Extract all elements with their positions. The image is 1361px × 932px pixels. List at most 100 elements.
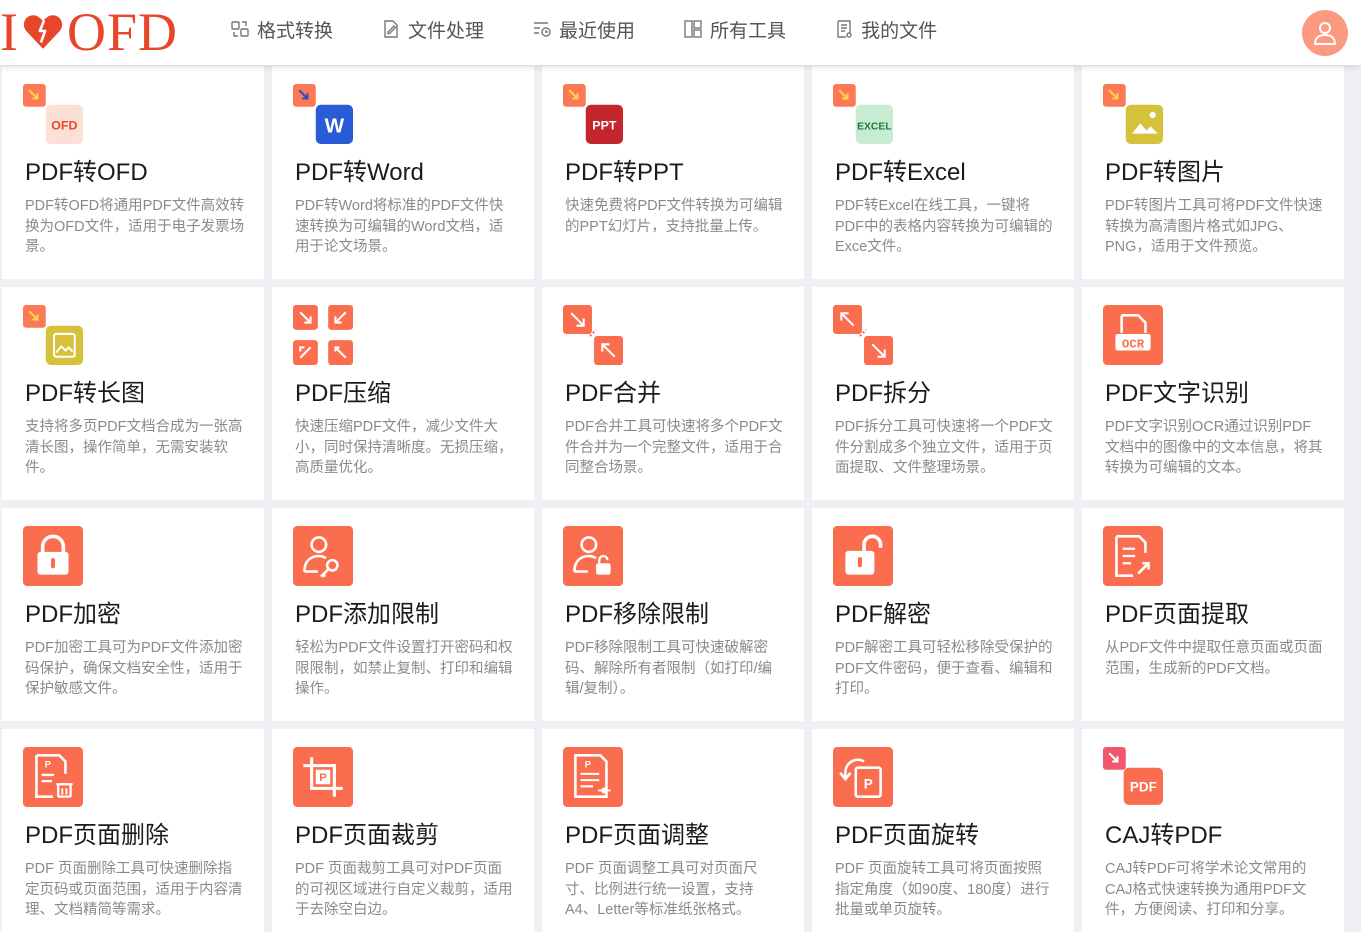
logo-letter-i: I (0, 2, 19, 62)
tool-description: PDF解密工具可轻松移除受保护的PDF文件密码，便于查看、编辑和打印。 (835, 640, 1053, 697)
tool-card-pdf-ocr[interactable]: OCR PDF文字识别 PDF文字识别OCR通过识别PDF文档中的图像中的文本信息，… (1082, 287, 1344, 500)
tool-title: PDF压缩 (295, 380, 391, 407)
page-adjust-icon: P (563, 747, 623, 807)
tool-description: PDF 页面调整工具可对页面尺寸、比例进行统一设置，支持A4、Letter等标准… (565, 861, 758, 918)
tool-title: PDF转OFD (25, 159, 148, 186)
tool-description: PDF加密工具可为PDF文件添加密码保护，确保文档安全性，适用于保护敏感文件。 (25, 640, 243, 697)
logo-text: OFD (66, 2, 179, 62)
image-convert-icon (1103, 84, 1163, 144)
tool-title: PDF转长图 (25, 380, 145, 407)
nav-format-convert[interactable]: 格式转换 (230, 16, 333, 43)
tool-card-pdf-compress[interactable]: PDF压缩快速压缩PDF文件，减少文件大小，同时保持清晰度。无损压缩，高质量优化… (272, 287, 534, 500)
tool-card-pdf-page-extract[interactable]: PDF页面提取 从PDF文件中提取任意页面或页面范围，生成新的PDF文档。 (1082, 508, 1344, 721)
nav-recent[interactable]: 最近使用 (532, 16, 635, 43)
svg-text:EXCEL: EXCEL (857, 122, 891, 133)
tool-card-pdf-page-adjust[interactable]: P PDF页面调整 PDF 页面调整工具可对页面尺寸、比例进行统一设置，支持A4、L… (542, 729, 804, 932)
tool-title: PDF转Excel (835, 159, 966, 186)
grid-icon (684, 20, 702, 38)
convert-icon (231, 21, 249, 37)
tool-title: PDF移除限制 (565, 601, 709, 628)
tool-description: PDF 页面裁剪工具可对PDF页面的可视区域进行自定义裁剪，适用于去除空白边。 (295, 861, 513, 918)
tool-title: PDF加密 (25, 601, 121, 628)
ofd-convert-icon: OFD (23, 84, 83, 144)
split-icon (833, 305, 893, 365)
tool-description: PDF合并工具可快速将多个PDF文件合并为一个完整文件，适用于合同整合场景。 (565, 419, 783, 476)
tool-card-pdf-remove-restriction[interactable]: PDF移除限制 PDF移除限制工具可快速破解密码、解除所有者限制（如打印/编辑/复… (542, 508, 804, 721)
merge-icon (563, 305, 623, 365)
svg-text:OFD: OFD (51, 119, 77, 133)
tool-card-pdf-page-delete[interactable]: P PDF页面删除 PDF 页面删除工具可快速删除指定页码或页面范围，适用于内容清理… (2, 729, 264, 932)
user-unlock-icon (563, 526, 623, 586)
word-convert-icon: W (293, 84, 353, 144)
ppt-convert-icon: PPT (563, 84, 623, 144)
nav-label: 我的文件 (861, 20, 938, 42)
tool-title: PDF页面删除 (25, 822, 169, 849)
tool-card-pdf-to-long-image[interactable]: PDF转长图支持将多页PDF文档合成为一张高清长图，操作简单，无需安装软件。 (2, 287, 264, 500)
nav-label: 文件处理 (408, 20, 485, 42)
tool-description: PDF文字识别OCR通过识别PDF文档中的图像中的文本信息，将其转换为可编辑的文… (1105, 419, 1323, 476)
nav-label: 所有工具 (710, 20, 787, 42)
tool-grid: OFD PDF转OFD PDF转OFD将通用PDF文件高效转换为OFD文件，适用于电… (2, 66, 1344, 932)
user-avatar-button[interactable] (1302, 10, 1348, 56)
tool-description: 轻松为PDF文件设置打开密码和权限限制，如禁止复制、打印和编辑操作。 (295, 640, 513, 697)
heart-icon (23, 15, 63, 49)
compress-icon (293, 305, 353, 365)
svg-text:W: W (325, 115, 345, 138)
nav-label: 格式转换 (257, 20, 334, 42)
tool-card-pdf-decrypt[interactable]: PDF解密 PDF解密工具可轻松移除受保护的PDF文件密码，便于查看、编辑和打印。 (812, 508, 1074, 721)
unlock-icon (833, 526, 893, 586)
tool-title: PDF添加限制 (295, 601, 439, 628)
tool-title: PDF文字识别 (1105, 380, 1249, 407)
tool-description: PDF转OFD将通用PDF文件高效转换为OFD文件，适用于电子发票场景。 (25, 198, 245, 255)
tool-title: PDF页面裁剪 (295, 822, 439, 849)
tool-card-pdf-split[interactable]: PDF拆分 PDF拆分工具可快速将一个PDF文件分割成多个独立文件，适用于页面提取… (812, 287, 1074, 500)
tool-card-pdf-to-word[interactable]: W PDF转Word PDF转Word将标准的PDF文件快速转换为可编辑的Word文… (272, 66, 534, 279)
page-delete-icon: P (23, 747, 83, 807)
nav-file-processing[interactable]: 文件处理 (381, 16, 484, 43)
top-navigation-bar: I OFD 格式转换 文件处理 最近使用 所有工具 我的文件 (0, 0, 1361, 65)
tool-title: PDF页面调整 (565, 822, 709, 849)
ocr-icon: OCR (1103, 305, 1163, 365)
tool-description: PDF 页面删除工具可快速删除指定页码或页面范围，适用于内容清理、文档精简等需求… (25, 861, 243, 918)
tool-description: 从PDF文件中提取任意页面或页面范围，生成新的PDF文档。 (1105, 640, 1323, 677)
svg-text:P: P (45, 760, 51, 770)
svg-text:OCR: OCR (1122, 337, 1145, 351)
tool-card-pdf-to-excel[interactable]: EXCEL PDF转Excel PDF转Excel在线工具，一键将PDF中的表格内容… (812, 66, 1074, 279)
tool-title: PDF转PPT (565, 159, 684, 186)
nav-all-tools[interactable]: 所有工具 (683, 16, 786, 43)
site-logo[interactable]: I OFD (0, 2, 178, 62)
tool-description: PDF拆分工具可快速将一个PDF文件分割成多个独立文件，适用于页面提取、文件整理… (835, 419, 1053, 476)
tool-card-pdf-to-image[interactable]: PDF转图片 PDF转图片工具可将PDF文件快速转换为高清图片格式如JPG、PNG… (1082, 66, 1344, 279)
my-files-icon (837, 20, 852, 38)
caj-convert-icon: PDF (1103, 747, 1163, 807)
tool-title: PDF转图片 (1105, 159, 1225, 186)
recent-icon (534, 22, 551, 37)
tool-card-pdf-encrypt[interactable]: PDF加密 PDF加密工具可为PDF文件添加密码保护，确保文档安全性，适用于保护敏… (2, 508, 264, 721)
tool-description: PDF 页面旋转工具可将页面按照指定角度（如90度、180度）进行批量或单页旋转… (835, 861, 1050, 918)
tool-description: 快速压缩PDF文件，减少文件大小，同时保持清晰度。无损压缩，高质量优化。 (295, 419, 513, 476)
tool-card-pdf-page-crop[interactable]: P PDF页面裁剪 PDF 页面裁剪工具可对PDF页面的可视区域进行自定义裁剪，适用… (272, 729, 534, 932)
long-image-convert-icon (23, 305, 83, 365)
tool-card-pdf-to-ppt[interactable]: PPT PDF转PPT 快速免费将PDF文件转换为可编辑的PPT幻灯片，支持批量上传… (542, 66, 804, 279)
page-extract-icon (1103, 526, 1163, 586)
svg-text:P: P (864, 776, 873, 791)
svg-text:P: P (319, 772, 327, 784)
tool-card-pdf-to-ofd[interactable]: OFD PDF转OFD PDF转OFD将通用PDF文件高效转换为OFD文件，适用于电… (2, 66, 264, 279)
tool-card-caj-to-pdf[interactable]: PDF CAJ转PDF CAJ转PDF可将学术论文常用的CAJ格式快速转换为通用PD… (1082, 729, 1344, 932)
tool-title: CAJ转PDF (1105, 822, 1223, 849)
tool-title: PDF转Word (295, 159, 424, 186)
tool-title: PDF解密 (835, 601, 931, 628)
nav-my-files[interactable]: 我的文件 (834, 16, 937, 43)
user-key-icon (293, 526, 353, 586)
rotate-icon: P (833, 747, 893, 807)
nav-label: 最近使用 (559, 20, 636, 42)
edit-file-icon (384, 20, 398, 38)
tool-card-pdf-merge[interactable]: PDF合并 PDF合并工具可快速将多个PDF文件合并为一个完整文件，适用于合同整合… (542, 287, 804, 500)
tool-description: PDF转Excel在线工具，一键将PDF中的表格内容转换为可编辑的Exce文件。 (835, 198, 1053, 255)
tool-card-pdf-page-rotate[interactable]: P PDF页面旋转 PDF 页面旋转工具可将页面按照指定角度（如90度、180度）进… (812, 729, 1074, 932)
tool-title: PDF合并 (565, 380, 661, 407)
tool-card-pdf-add-restriction[interactable]: PDF添加限制轻松为PDF文件设置打开密码和权限限制，如禁止复制、打印和编辑操作… (272, 508, 534, 721)
tool-description: PDF移除限制工具可快速破解密码、解除所有者限制（如打印/编辑/复制）。 (565, 640, 773, 697)
svg-text:PDF: PDF (1130, 779, 1157, 794)
tool-description: 支持将多页PDF文档合成为一张高清长图，操作简单，无需安装软件。 (25, 419, 243, 476)
